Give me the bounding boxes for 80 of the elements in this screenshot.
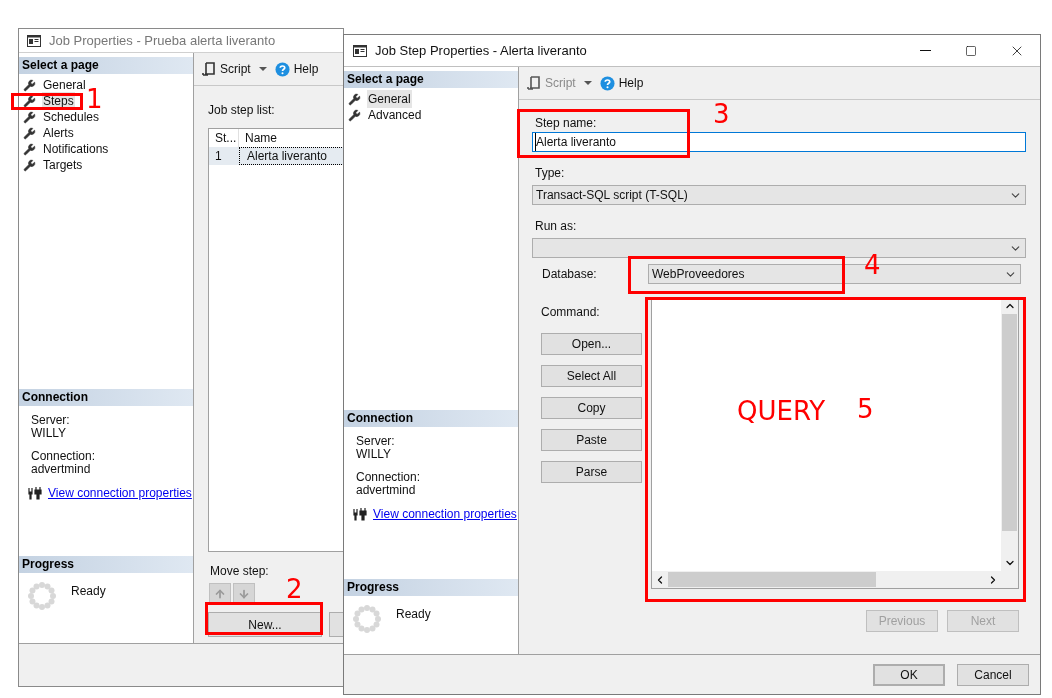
step-name-field[interactable]: Alerta liveranto — [532, 132, 1026, 152]
window-icon — [353, 44, 367, 57]
section-header: Connection — [19, 389, 193, 406]
move-down-button[interactable] — [233, 583, 255, 604]
command-action-button[interactable]: Parse — [541, 461, 642, 483]
wrench-icon — [23, 126, 36, 140]
command-action-button[interactable]: Copy — [541, 397, 642, 419]
page-item[interactable]: Schedules — [23, 109, 101, 125]
type-dropdown[interactable]: Transact-SQL script (T-SQL) — [532, 185, 1026, 205]
page-item[interactable]: Targets — [23, 157, 84, 173]
move-up-button[interactable] — [209, 583, 231, 604]
move-step-label: Move step: — [209, 563, 269, 580]
dialog-button[interactable]: Cancel — [957, 663, 1029, 686]
section-header: Select a page — [19, 57, 193, 74]
up-arrow-icon — [214, 587, 226, 600]
script-button[interactable]: Script — [202, 60, 251, 78]
step-name-label: Step name: — [534, 115, 598, 132]
connection-properties-link[interactable]: View connection properties — [373, 508, 517, 521]
plug-icon — [28, 487, 42, 500]
help-icon — [599, 75, 615, 91]
annotation-number: 2 — [286, 576, 303, 602]
down-arrow-icon — [238, 587, 250, 600]
connection-label: Connection: — [31, 450, 97, 463]
page-item[interactable]: Advanced — [348, 107, 423, 123]
server-label: Server: — [31, 414, 71, 427]
wrench-icon — [23, 94, 36, 108]
wrench-icon — [23, 158, 36, 172]
connection-name: advertmind — [356, 484, 417, 497]
section-header: Progress — [344, 579, 518, 596]
annotation-number: 1 — [86, 86, 103, 112]
page-item[interactable]: Notifications — [23, 141, 110, 157]
section-header: Connection — [344, 410, 518, 427]
progress-status: Ready — [71, 583, 106, 600]
progress-status: Ready — [396, 606, 431, 623]
section-header: Progress — [19, 556, 193, 573]
help-button[interactable]: Help — [599, 74, 644, 92]
run-as-label: Run as: — [534, 218, 578, 235]
connection-properties-link[interactable]: View connection properties — [48, 487, 192, 500]
type-label: Type: — [534, 165, 566, 182]
wrench-icon — [348, 92, 361, 106]
minimize-icon — [919, 50, 931, 51]
progress-spinner-icon — [27, 581, 57, 611]
annotation-number: 3 — [713, 101, 730, 127]
wrench-icon — [348, 108, 361, 122]
annotation-caption: QUERY — [737, 398, 826, 424]
window-title: Job Step Properties - Alerta liveranto — [375, 41, 588, 60]
command-action-button[interactable]: Paste — [541, 429, 642, 451]
annotation-number: 5 — [857, 396, 874, 422]
wrench-icon — [23, 78, 36, 92]
database-label: Database: — [542, 266, 598, 283]
window-title: Job Properties - Prueba alerta liveranto — [49, 31, 276, 50]
dialog-button[interactable]: OK — [873, 663, 945, 686]
wrench-icon — [23, 142, 36, 156]
connection-label: Connection: — [356, 471, 422, 484]
server-label: Server: — [356, 435, 396, 448]
step-list-label: Job step list: — [208, 102, 275, 119]
scroll-icon — [202, 61, 216, 77]
wrench-icon — [23, 110, 36, 124]
plug-icon — [353, 508, 367, 521]
connection-name: advertmind — [31, 463, 92, 476]
command-label: Command: — [541, 304, 600, 321]
scroll-icon — [527, 75, 541, 91]
command-action-button[interactable]: Select All — [541, 365, 642, 387]
section-header: Select a page — [344, 71, 518, 88]
page-item[interactable]: General — [23, 77, 87, 93]
highlight-frame — [11, 93, 83, 110]
help-button[interactable]: Help — [274, 60, 319, 78]
maximize-icon — [965, 44, 977, 57]
server-name: WILLY — [356, 448, 393, 461]
server-name: WILLY — [31, 427, 68, 440]
horizontal-scrollbar[interactable] — [652, 571, 1018, 588]
progress-spinner-icon — [352, 604, 382, 634]
command-action-button[interactable]: Open... — [541, 333, 642, 355]
column-header[interactable]: Name — [239, 129, 277, 147]
window-icon — [27, 34, 41, 47]
help-icon — [274, 61, 290, 77]
table-row[interactable]: 1 Alerta liveranto — [209, 147, 344, 165]
table-cell-text: 1 — [214, 148, 223, 165]
vertical-scrollbar[interactable] — [1001, 298, 1018, 571]
page-item[interactable]: Alerts — [23, 125, 75, 141]
